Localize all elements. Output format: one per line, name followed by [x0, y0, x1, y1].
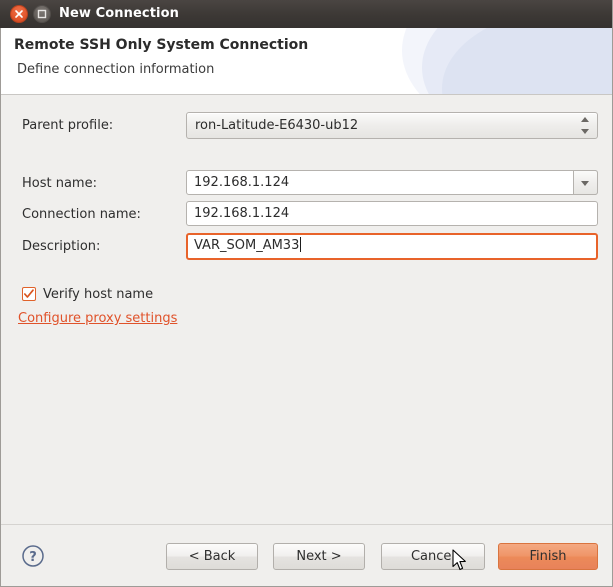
spinner-arrows-icon[interactable] — [581, 117, 590, 134]
description-input[interactable]: VAR_SOM_AM33 — [186, 233, 598, 260]
next-button[interactable]: Next > — [273, 543, 365, 570]
parent-profile-value: ron-Latitude-E6430-ub12 — [195, 113, 358, 138]
parent-profile-label: Parent profile: — [22, 118, 113, 133]
new-connection-dialog: New Connection Remote SSH Only System Co… — [0, 0, 613, 587]
dialog-footer: ? < Back Next > Cancel Finish — [1, 524, 612, 586]
page-title: Remote SSH Only System Connection — [14, 37, 308, 53]
chevron-down-icon[interactable] — [573, 170, 598, 195]
connection-name-input[interactable]: 192.168.1.124 — [186, 201, 598, 226]
svg-text:?: ? — [29, 550, 37, 565]
form-area: Parent profile: ron-Latitude-E6430-ub12 … — [1, 96, 612, 524]
help-icon[interactable]: ? — [21, 544, 45, 568]
title-bar: New Connection — [0, 0, 613, 28]
connection-name-value: 192.168.1.124 — [194, 202, 289, 225]
host-name-value: 192.168.1.124 — [194, 171, 289, 194]
dialog-header: Remote SSH Only System Connection Define… — [1, 28, 612, 95]
page-subtitle: Define connection information — [17, 62, 214, 77]
connection-name-label: Connection name: — [22, 207, 141, 222]
cancel-button[interactable]: Cancel — [381, 543, 485, 570]
host-name-input[interactable]: 192.168.1.124 — [186, 170, 598, 195]
finish-button[interactable]: Finish — [498, 543, 598, 570]
host-name-label: Host name: — [22, 176, 97, 191]
maximize-icon[interactable] — [33, 5, 51, 23]
text-caret — [300, 237, 301, 252]
description-label: Description: — [22, 239, 100, 254]
close-icon[interactable] — [10, 5, 28, 23]
window-border-left — [0, 28, 1, 587]
header-decoration — [392, 28, 612, 95]
back-button[interactable]: < Back — [166, 543, 258, 570]
description-value: VAR_SOM_AM33 — [194, 238, 299, 253]
configure-proxy-settings-link[interactable]: Configure proxy settings — [18, 311, 177, 326]
verify-host-name-label: Verify host name — [43, 286, 153, 303]
checkbox-checked-icon[interactable] — [22, 287, 36, 301]
parent-profile-select[interactable]: ron-Latitude-E6430-ub12 — [186, 112, 598, 139]
window-title: New Connection — [59, 5, 179, 23]
